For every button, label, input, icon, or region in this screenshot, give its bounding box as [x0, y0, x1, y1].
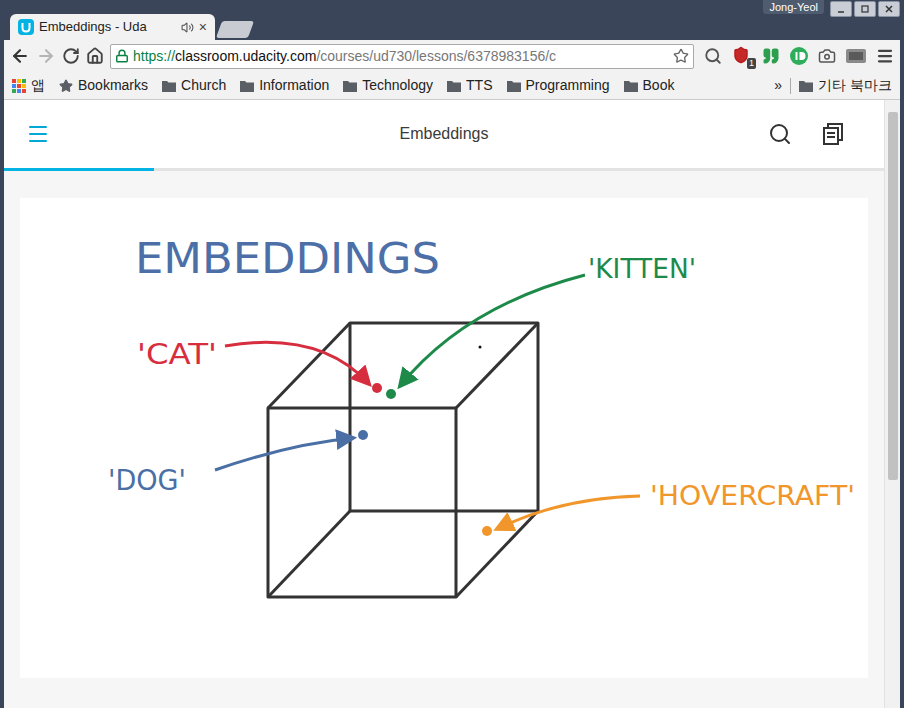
stray-mark: [479, 346, 482, 349]
bookmarks-bar: 앱 Bookmarks Church Information Technology TTS…: [4, 72, 900, 100]
lesson-header: Embeddings: [4, 100, 884, 168]
close-button-icon: [884, 4, 894, 14]
cube: [268, 323, 538, 597]
camera-extension-icon[interactable]: [818, 47, 836, 65]
maximize-button-icon: [860, 4, 870, 14]
user-name[interactable]: Jong-Yeol: [763, 0, 824, 14]
point-label: 'CAT': [137, 338, 217, 371]
minimize-button[interactable]: [830, 1, 852, 17]
other-bookmarks[interactable]: 기타 북마크: [799, 75, 892, 96]
maximize-button[interactable]: [854, 1, 876, 17]
url-text: https://classroom.udacity.com/courses/ud…: [133, 46, 669, 67]
reload-icon[interactable]: [62, 47, 80, 65]
bookmark-item[interactable]: Church: [162, 75, 226, 96]
tab-title: Embeddings - Uda: [39, 17, 176, 37]
forward-icon[interactable]: [36, 46, 56, 66]
home-icon[interactable]: [86, 47, 104, 65]
extension-badge: 1: [747, 58, 756, 69]
bookmark-item[interactable]: Book: [624, 75, 675, 96]
browser-tab[interactable]: Embeddings - Uda ×: [10, 14, 215, 40]
tab-strip: Embeddings - Uda × Jong-Yeol: [0, 0, 904, 40]
bookmarks-overflow[interactable]: »: [774, 75, 782, 96]
folder-icon: [507, 80, 521, 92]
back-icon[interactable]: [10, 46, 30, 66]
content-area: EMBEDDINGS 'CAT' 'KITTEN' 'DOG' 'HOVERCRAFT': [4, 171, 884, 708]
tab-close[interactable]: ×: [199, 20, 207, 34]
folder-icon: [447, 80, 461, 92]
folder-icon: [162, 80, 176, 92]
embedding-point: 'HOVERCRAFT': [482, 481, 855, 536]
progress-track: [4, 168, 884, 171]
apps-icon: [12, 79, 26, 93]
bookmark-item[interactable]: Information: [240, 75, 329, 96]
bookmark-item[interactable]: TTS: [447, 75, 492, 96]
folder-icon: [799, 80, 813, 92]
embedding-point: 'KITTEN': [386, 254, 696, 399]
hamburger-icon[interactable]: [26, 122, 50, 146]
chrome-menu-icon[interactable]: [876, 47, 894, 65]
search-extension-icon[interactable]: [704, 47, 722, 65]
page: Embeddings EMBEDDINGS 'CAT' 'KITTEN' 'DOG' 'H…: [4, 100, 900, 708]
embeddings-diagram: EMBEDDINGS 'CAT' 'KITTEN' 'DOG' 'HOVERCRAFT': [20, 198, 868, 678]
diagram-title: EMBEDDINGS: [135, 234, 440, 283]
point-label: 'DOG': [108, 464, 186, 497]
address-bar[interactable]: https://classroom.udacity.com/courses/ud…: [110, 44, 694, 69]
browser-window: Embeddings - Uda × Jong-Yeol https://classr…: [0, 0, 904, 708]
apps-shortcut[interactable]: 앱: [12, 75, 45, 96]
embedding-point: 'DOG': [108, 430, 368, 497]
minimize-button-icon: [836, 4, 846, 14]
embedding-point: 'CAT': [137, 338, 382, 393]
close-button[interactable]: [878, 1, 900, 17]
bookmark-item[interactable]: Technology: [343, 75, 433, 96]
ublock-extension[interactable]: 1: [732, 46, 752, 66]
scrollbar-thumb[interactable]: [888, 112, 898, 480]
quote-extension-icon[interactable]: [762, 47, 780, 65]
bookmark-star-icon[interactable]: [673, 48, 689, 64]
progress-fill: [4, 168, 154, 171]
media-extension-icon[interactable]: [846, 48, 866, 64]
toolbar: https://classroom.udacity.com/courses/ud…: [4, 40, 900, 72]
point-label: 'HOVERCRAFT': [650, 481, 855, 511]
bookmark-item[interactable]: Programming: [507, 75, 610, 96]
folder-icon: [343, 80, 357, 92]
folder-icon: [624, 80, 638, 92]
lock-icon: [115, 49, 129, 63]
bookmark-item[interactable]: Bookmarks: [59, 75, 148, 96]
udacity-icon: [18, 19, 34, 35]
notes-icon[interactable]: [822, 122, 844, 146]
video-card[interactable]: EMBEDDINGS 'CAT' 'KITTEN' 'DOG' 'HOVERCRAFT': [20, 198, 868, 678]
new-tab-button[interactable]: [216, 21, 254, 38]
folder-icon: [240, 80, 254, 92]
point-label: 'KITTEN': [588, 254, 696, 284]
star-icon: [59, 79, 73, 93]
scrollbar[interactable]: [884, 100, 900, 708]
lesson-title: Embeddings: [400, 122, 489, 146]
search-icon[interactable]: [768, 122, 792, 146]
speaker-icon[interactable]: [181, 21, 194, 34]
id-extension-icon[interactable]: [790, 47, 808, 65]
